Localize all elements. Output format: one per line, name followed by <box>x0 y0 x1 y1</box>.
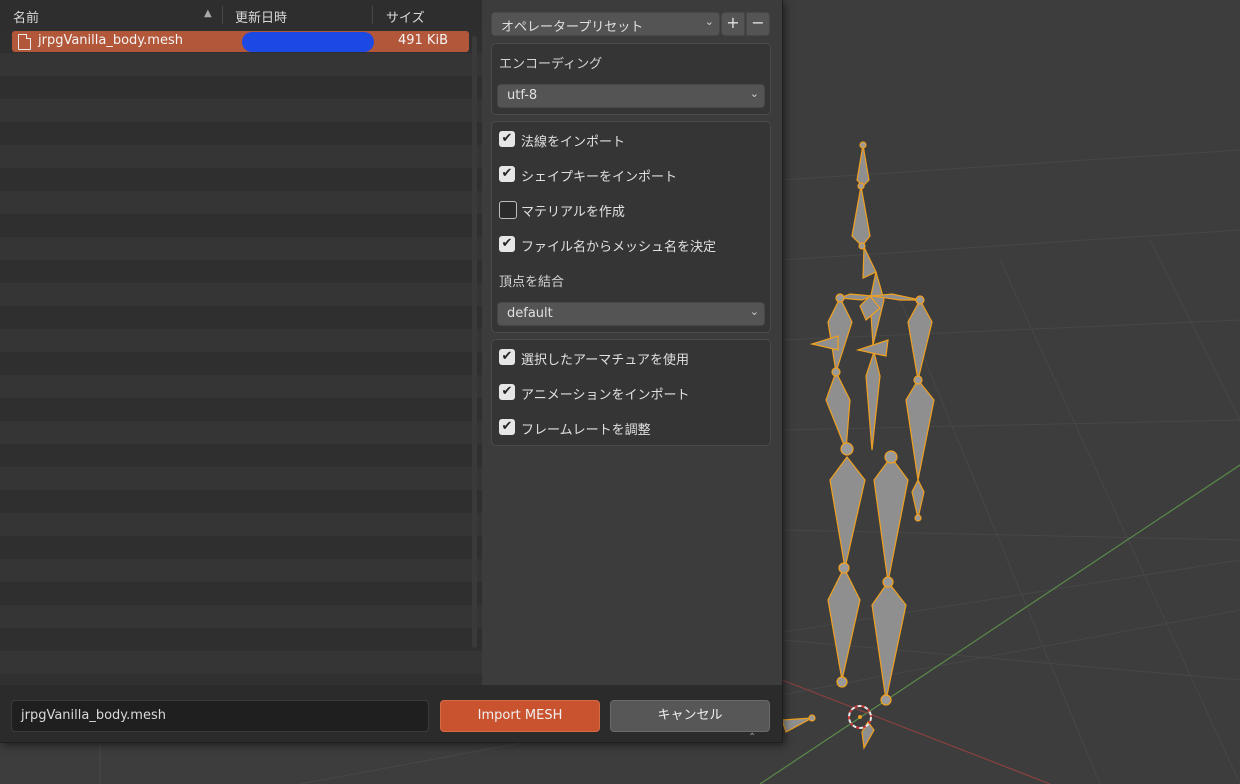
cancel-button[interactable]: キャンセル <box>610 700 770 732</box>
dialog-footer: jrpgVanilla_body.mesh Import MESH キャンセル … <box>0 685 782 743</box>
import-animation-checkbox[interactable]: ✔ <box>499 384 515 400</box>
chevron-down-icon: ⌄ <box>749 87 759 100</box>
file-browser-dialog: 名前 ▲ 更新日時 サイズ jrpgVanilla_body.mesh 491 … <box>0 0 783 743</box>
import-shape-keys-checkbox[interactable]: ✔ <box>499 166 515 182</box>
mesh-options-group: ✔ 法線をインポート ✔ シェイプキーをインポート マテリアルを作成 ✔ ファイ… <box>491 121 771 333</box>
list-row <box>0 467 482 490</box>
list-row <box>0 99 482 122</box>
list-row <box>0 237 482 260</box>
sort-ascending-icon[interactable]: ▲ <box>204 8 212 19</box>
list-row <box>0 605 482 628</box>
list-row <box>0 628 482 651</box>
import-animation-label: アニメーションをインポート <box>521 388 690 403</box>
adjust-framerate-checkbox[interactable]: ✔ <box>499 419 515 435</box>
list-row <box>0 76 482 99</box>
file-list-header: 名前 ▲ 更新日時 サイズ <box>0 0 482 31</box>
encoding-label: エンコーディング <box>499 57 603 72</box>
import-shape-keys-label: シェイプキーをインポート <box>521 170 678 185</box>
operator-preset-dropdown[interactable]: オペレータープリセット ⌄ <box>491 12 720 36</box>
list-row <box>0 536 482 559</box>
list-row <box>0 122 482 145</box>
column-divider[interactable] <box>222 6 223 24</box>
list-row <box>0 168 482 191</box>
list-row <box>0 352 482 375</box>
add-preset-button[interactable]: + <box>721 12 745 36</box>
create-materials-checkbox[interactable] <box>499 201 517 219</box>
list-row <box>0 214 482 237</box>
encoding-value: utf-8 <box>507 88 538 103</box>
file-name: jrpgVanilla_body.mesh <box>38 33 183 48</box>
list-row <box>0 421 482 444</box>
list-row <box>0 559 482 582</box>
list-row <box>0 444 482 467</box>
list-row <box>0 329 482 352</box>
list-row <box>0 191 482 214</box>
merge-vertices-value: default <box>507 306 553 321</box>
mesh-name-from-file-label: ファイル名からメッシュ名を決定 <box>521 240 717 255</box>
use-selected-armature-checkbox[interactable]: ✔ <box>499 349 515 365</box>
import-mesh-button[interactable]: Import MESH <box>440 700 600 732</box>
encoding-group: エンコーディング utf-8 ⌄ <box>491 43 771 115</box>
column-size-header[interactable]: サイズ <box>386 7 425 26</box>
resize-grip-icon[interactable]: ⌃ <box>748 732 756 743</box>
filename-field[interactable]: jrpgVanilla_body.mesh <box>11 700 429 732</box>
list-row <box>0 490 482 513</box>
mesh-name-from-file-checkbox[interactable]: ✔ <box>499 236 515 252</box>
column-name-header[interactable]: 名前 <box>13 7 39 26</box>
merge-vertices-dropdown[interactable]: default ⌄ <box>497 302 765 326</box>
chevron-down-icon: ⌄ <box>704 15 714 28</box>
list-row <box>0 375 482 398</box>
file-row-selected[interactable]: jrpgVanilla_body.mesh 491 KiB <box>12 31 469 52</box>
list-row <box>0 145 482 168</box>
file-icon <box>18 34 31 50</box>
merge-vertices-label: 頂点を結合 <box>499 275 565 290</box>
redacted-date <box>242 32 374 52</box>
list-row <box>0 582 482 605</box>
list-row <box>0 53 482 76</box>
file-size: 491 KiB <box>397 33 448 48</box>
armature[interactable] <box>781 144 935 750</box>
import-normals-checkbox[interactable]: ✔ <box>499 131 515 147</box>
column-divider[interactable] <box>372 6 373 24</box>
list-row <box>0 513 482 536</box>
chevron-down-icon: ⌄ <box>749 305 759 318</box>
list-row <box>0 260 482 283</box>
list-row <box>0 398 482 421</box>
import-options-panel: オペレータープリセット ⌄ + − エンコーディング utf-8 ⌄ ✔ 法線を… <box>482 0 782 685</box>
file-list-scrollbar[interactable] <box>472 36 477 648</box>
create-materials-label: マテリアルを作成 <box>521 205 625 220</box>
use-selected-armature-label: 選択したアーマチュアを使用 <box>521 353 689 368</box>
import-normals-label: 法線をインポート <box>521 135 626 150</box>
file-list[interactable]: 名前 ▲ 更新日時 サイズ jrpgVanilla_body.mesh 491 … <box>0 0 482 685</box>
x-axis-line <box>781 679 1051 784</box>
operator-preset-label: オペレータープリセット <box>501 20 644 35</box>
remove-preset-button[interactable]: − <box>746 12 770 36</box>
filename-value: jrpgVanilla_body.mesh <box>21 708 166 723</box>
3d-cursor[interactable] <box>848 705 872 729</box>
encoding-dropdown[interactable]: utf-8 ⌄ <box>497 84 765 108</box>
list-row <box>0 306 482 329</box>
adjust-framerate-label: フレームレートを調整 <box>521 423 651 438</box>
list-row <box>0 283 482 306</box>
armature-options-group: ✔ 選択したアーマチュアを使用 ✔ アニメーションをインポート ✔ フレームレー… <box>491 339 771 446</box>
column-date-header[interactable]: 更新日時 <box>235 7 287 26</box>
file-rows <box>0 30 482 674</box>
list-row <box>0 651 482 674</box>
